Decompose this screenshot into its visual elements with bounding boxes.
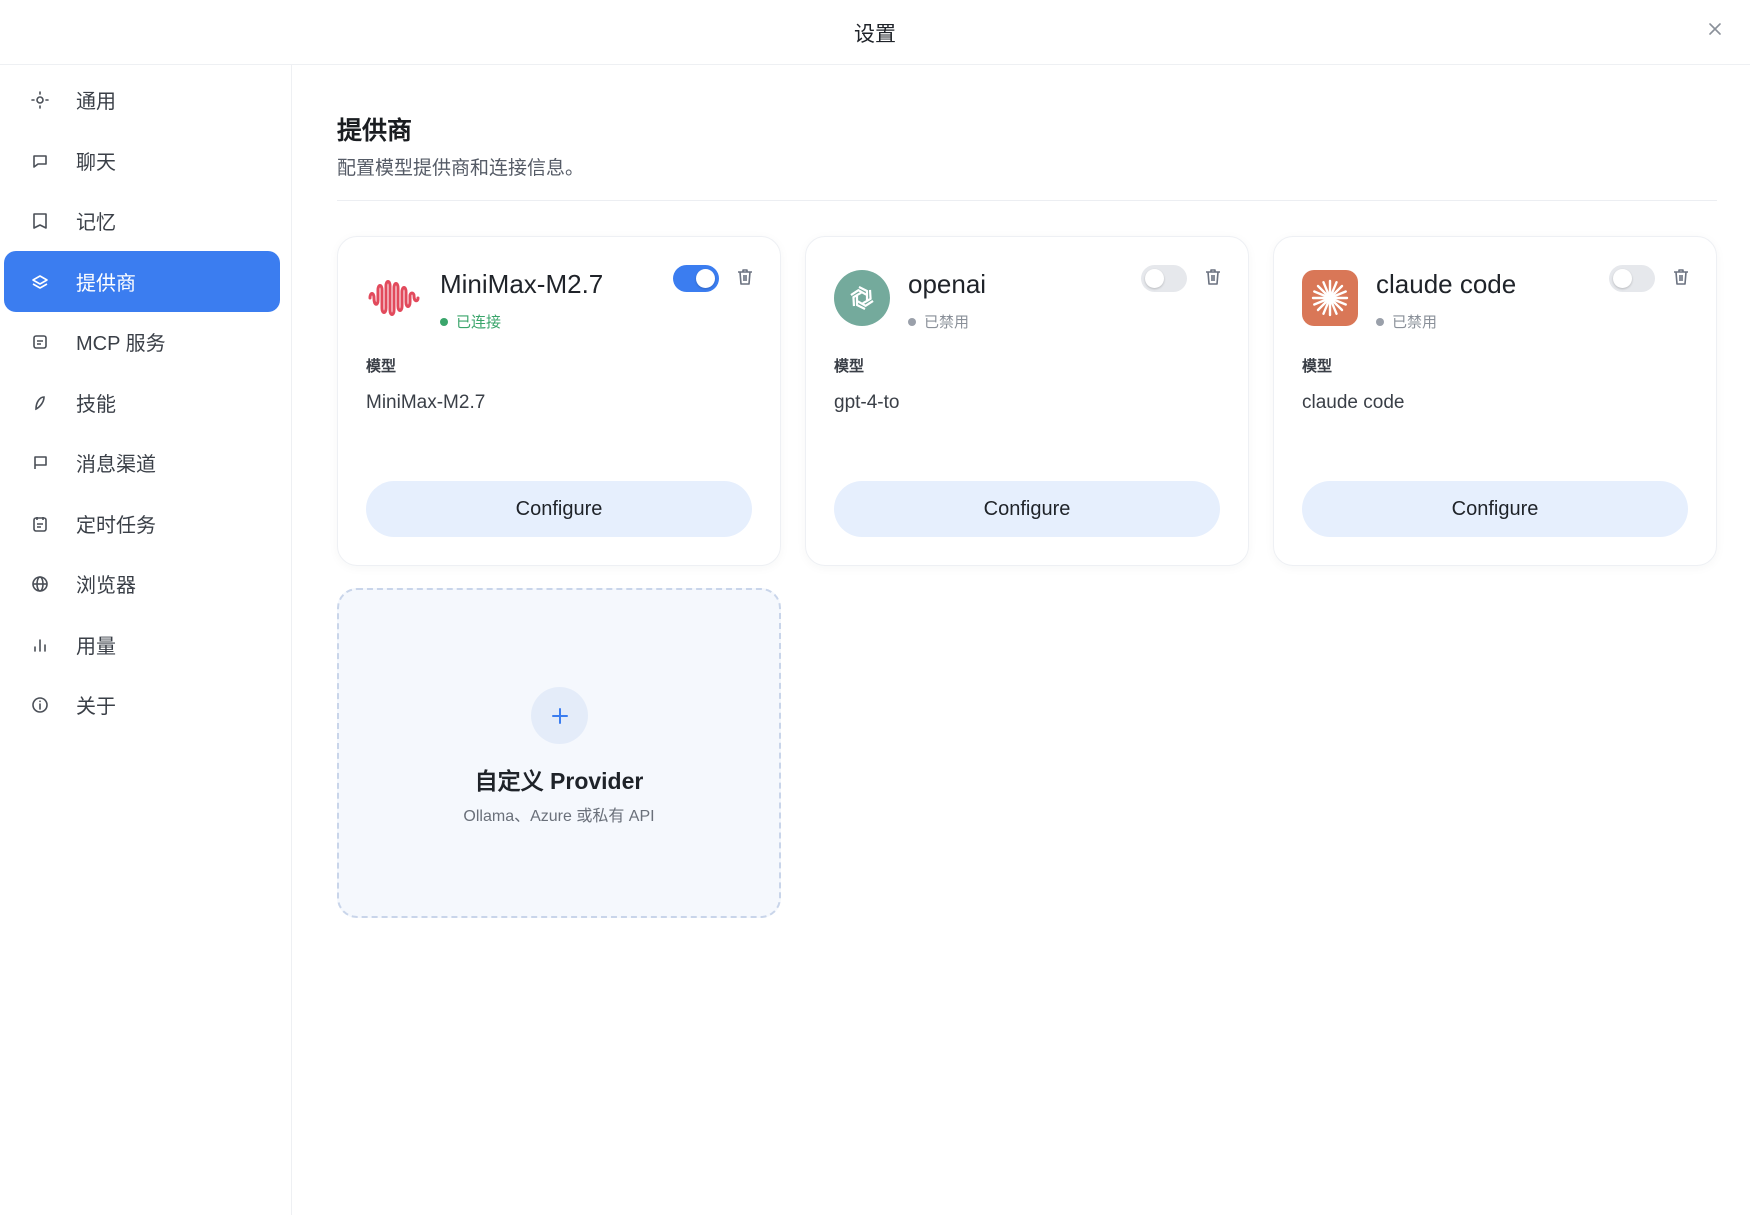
model-label: 模型 xyxy=(366,358,397,375)
title-bar: 设置 xyxy=(0,0,1750,65)
status-text: 已禁用 xyxy=(924,314,970,331)
provider-card-minimax: MiniMax-M2.7 已连接 模型 MiniMax-M2.7 Configu… xyxy=(337,236,781,566)
sidebar-item-label: 关于 xyxy=(76,696,116,718)
close-button[interactable] xyxy=(1702,16,1728,42)
info-icon xyxy=(26,691,54,719)
status-badge: 已连接 xyxy=(440,311,501,332)
trash-icon xyxy=(738,269,752,285)
delete-button[interactable] xyxy=(1201,265,1225,289)
sidebar-item-label: 提供商 xyxy=(76,273,136,295)
delete-button[interactable] xyxy=(733,265,757,289)
provider-name: claude code xyxy=(1376,269,1517,299)
add-provider-title: 自定义 Provider xyxy=(474,768,644,794)
sidebar: 通用 聊天 记忆 提供商 MCP 服务 技能 消息渠道 定时任务 浏览器 用量 … xyxy=(0,65,292,1215)
sidebar-item-label: 用量 xyxy=(76,636,116,658)
page-description: 配置模型提供商和连接信息。 xyxy=(337,158,585,179)
status-dot xyxy=(440,317,448,326)
close-icon xyxy=(1709,23,1721,35)
provider-card-openai: openai 已禁用 模型 gpt-4-to Configure xyxy=(805,236,1249,566)
status-text: 已禁用 xyxy=(1392,314,1438,331)
sidebar-item-providers[interactable]: 提供商 xyxy=(4,251,280,312)
page-title: 提供商 xyxy=(337,117,413,145)
sidebar-item-usage[interactable]: 用量 xyxy=(4,614,280,675)
sidebar-item-label: MCP 服务 xyxy=(76,333,166,355)
status-dot xyxy=(908,317,916,326)
delete-button[interactable] xyxy=(1669,265,1693,289)
trash-icon xyxy=(1206,269,1220,285)
configure-button[interactable]: Configure xyxy=(1302,481,1688,537)
calendar-icon xyxy=(26,510,54,538)
sidebar-item-label: 通用 xyxy=(76,91,116,113)
model-value: gpt-4-to xyxy=(834,392,900,413)
status-text: 已连接 xyxy=(456,314,502,331)
sidebar-item-scheduled-tasks[interactable]: 定时任务 xyxy=(4,493,280,554)
sidebar-item-mcp[interactable]: MCP 服务 xyxy=(4,311,280,372)
provider-name: openai xyxy=(908,269,987,299)
add-provider-subtitle: Ollama、Azure 或私有 API xyxy=(463,808,655,825)
divider xyxy=(337,200,1717,201)
status-dot xyxy=(1376,317,1384,326)
sidebar-item-about[interactable]: 关于 xyxy=(4,674,280,735)
sidebar-item-browser[interactable]: 浏览器 xyxy=(4,553,280,614)
provider-name: MiniMax-M2.7 xyxy=(440,269,604,299)
minimax-wave-logo xyxy=(366,270,422,326)
model-value: MiniMax-M2.7 xyxy=(366,392,486,413)
model-label: 模型 xyxy=(1302,358,1333,375)
sidebar-item-memory[interactable]: 记忆 xyxy=(4,190,280,251)
layers-icon xyxy=(26,268,54,296)
sidebar-item-label: 聊天 xyxy=(76,152,116,174)
chat-bubble-icon xyxy=(26,147,54,175)
window-title: 设置 xyxy=(854,23,896,46)
status-badge: 已禁用 xyxy=(1376,311,1437,332)
sidebar-item-label: 技能 xyxy=(76,394,116,416)
feather-icon xyxy=(26,389,54,417)
model-value: claude code xyxy=(1302,392,1405,413)
message-flag-icon xyxy=(26,449,54,477)
trash-icon xyxy=(1674,269,1688,285)
claude-sunburst-logo xyxy=(1302,270,1358,326)
sidebar-item-label: 消息渠道 xyxy=(76,454,156,476)
add-custom-provider-card[interactable]: 自定义 Provider Ollama、Azure 或私有 API xyxy=(337,588,781,918)
openai-logo xyxy=(834,270,890,326)
toggle-knob xyxy=(1145,269,1164,288)
sidebar-item-skills[interactable]: 技能 xyxy=(4,372,280,433)
model-label: 模型 xyxy=(834,358,865,375)
bar-chart-icon xyxy=(26,631,54,659)
enable-toggle[interactable] xyxy=(1141,265,1187,292)
sidebar-item-label: 定时任务 xyxy=(76,515,156,537)
sidebar-item-chat[interactable]: 聊天 xyxy=(4,130,280,191)
sidebar-item-general[interactable]: 通用 xyxy=(4,69,280,130)
sidebar-item-label: 记忆 xyxy=(76,212,116,234)
globe-icon xyxy=(26,570,54,598)
sidebar-item-label: 浏览器 xyxy=(76,575,136,597)
status-badge: 已禁用 xyxy=(908,311,969,332)
enable-toggle[interactable] xyxy=(1609,265,1655,292)
enable-toggle[interactable] xyxy=(673,265,719,292)
plus-icon xyxy=(531,687,588,744)
provider-card-claude-code: claude code 已禁用 模型 claude code Configure xyxy=(1273,236,1717,566)
configure-button[interactable]: Configure xyxy=(366,481,752,537)
toggle-knob xyxy=(696,269,715,288)
sun-icon xyxy=(26,86,54,114)
book-icon xyxy=(26,207,54,235)
server-icon xyxy=(26,328,54,356)
configure-button[interactable]: Configure xyxy=(834,481,1220,537)
sidebar-item-channels[interactable]: 消息渠道 xyxy=(4,432,280,493)
toggle-knob xyxy=(1613,269,1632,288)
